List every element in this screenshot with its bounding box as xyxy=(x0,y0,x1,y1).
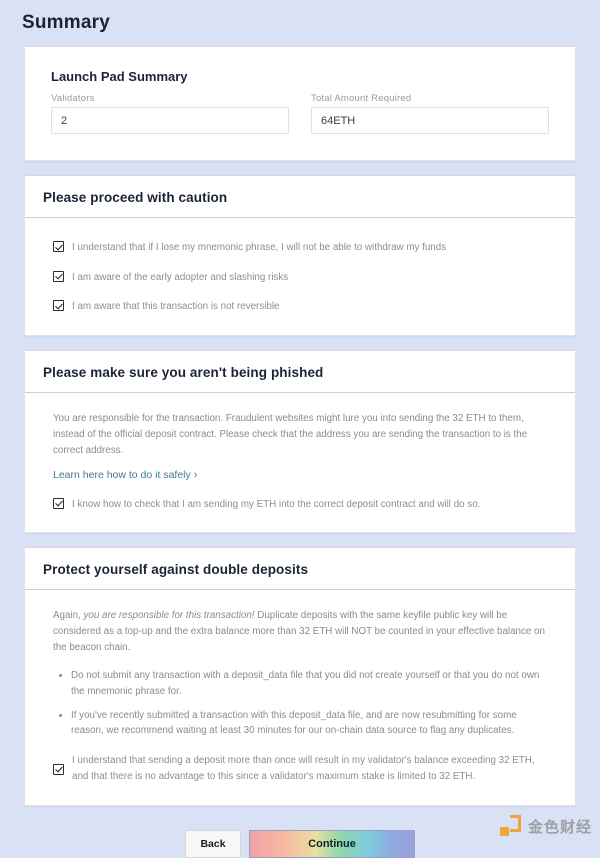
validators-field: Validators xyxy=(51,93,289,134)
double-deposit-checkbox-row[interactable]: I understand that sending a deposit more… xyxy=(53,753,547,784)
page-title: Summary xyxy=(22,12,110,33)
back-button[interactable]: Back xyxy=(185,829,241,858)
double-deposit-bullet-list: Do not submit any transaction with a dep… xyxy=(53,668,547,739)
phishing-checkbox-list: I know how to check that I am sending my… xyxy=(53,497,547,513)
phishing-checkbox-label: I know how to check that I am sending my… xyxy=(72,498,481,510)
summary-card-title: Launch Pad Summary xyxy=(51,69,188,84)
phishing-paragraph: You are responsible for the transaction.… xyxy=(53,413,528,456)
list-item: If you've recently submitted a transacti… xyxy=(71,708,547,740)
paragraph-lead: Again, xyxy=(53,610,84,622)
double-deposit-card-heading: Protect yourself against double deposits xyxy=(43,562,309,578)
checkbox-checked-icon[interactable] xyxy=(53,300,64,312)
chevron-right-icon: › xyxy=(193,468,198,481)
phishing-checkbox-row[interactable]: I know how to check that I am sending my… xyxy=(53,497,547,513)
caution-card-header: Please proceed with caution xyxy=(25,176,575,218)
caution-checkbox-list: I understand that if I lose my mnemonic … xyxy=(53,240,547,315)
caution-checkbox-label: I am aware of the early adopter and slas… xyxy=(72,271,289,283)
watermark-text: 金色财经 xyxy=(527,817,592,836)
phishing-card-body: You are responsible for the transaction.… xyxy=(25,393,575,532)
double-deposit-checkbox-label: I understand that sending a deposit more… xyxy=(72,755,535,782)
checkbox-checked-icon[interactable] xyxy=(53,763,64,775)
caution-checkbox-row[interactable]: I am aware that this transaction is not … xyxy=(53,299,547,315)
phishing-card: Please make sure you aren't being phishe… xyxy=(24,350,576,534)
phishing-card-header: Please make sure you aren't being phishe… xyxy=(25,351,575,394)
double-deposit-card: Protect yourself against double deposits… xyxy=(24,547,576,806)
caution-checkbox-row[interactable]: I understand that if I lose my mnemonic … xyxy=(53,240,547,256)
continue-button[interactable]: Continue xyxy=(249,829,415,858)
learn-how-safely-link[interactable]: Learn here how to do it safely › xyxy=(53,469,197,481)
caution-checkbox-label: I understand that if I lose my mnemonic … xyxy=(72,242,447,253)
validators-label: Validators xyxy=(51,93,95,104)
list-item: Do not submit any transaction with a dep… xyxy=(71,668,547,700)
watermark: 金色财经 xyxy=(499,815,592,837)
double-deposit-card-body: Again, you are responsible for this tran… xyxy=(25,590,575,804)
paragraph-italic-emphasis: you are responsible for this transaction… xyxy=(83,610,255,622)
checkbox-checked-icon[interactable] xyxy=(53,241,64,252)
summary-fields-row: Validators Total Amount Required xyxy=(51,93,549,134)
total-amount-field: Total Amount Required xyxy=(311,93,549,134)
caution-card-heading: Please proceed with caution xyxy=(43,190,228,205)
checkbox-checked-icon[interactable] xyxy=(53,270,64,282)
total-amount-label: Total Amount Required xyxy=(311,93,412,104)
validators-input[interactable] xyxy=(51,107,289,134)
phishing-card-heading: Please make sure you aren't being phishe… xyxy=(43,365,324,381)
learn-how-safely-link-label: Learn here how to do it safely xyxy=(53,468,191,481)
double-deposit-checkbox-list: I understand that sending a deposit more… xyxy=(53,753,547,784)
caution-card: Please proceed with caution I understand… xyxy=(24,175,576,337)
caution-checkbox-row[interactable]: I am aware of the early adopter and slas… xyxy=(53,270,547,286)
caution-card-body: I understand that if I lose my mnemonic … xyxy=(25,218,575,335)
caution-checkbox-label: I am aware that this transaction is not … xyxy=(72,301,280,313)
jinse-logo-icon xyxy=(499,815,522,837)
double-deposit-paragraph: Again, you are responsible for this tran… xyxy=(53,608,547,656)
double-deposit-card-header: Protect yourself against double deposits xyxy=(25,548,575,591)
checkbox-checked-icon[interactable] xyxy=(53,497,64,509)
total-amount-input[interactable] xyxy=(311,107,549,134)
launch-pad-summary-card: Launch Pad Summary Validators Total Amou… xyxy=(24,46,576,161)
